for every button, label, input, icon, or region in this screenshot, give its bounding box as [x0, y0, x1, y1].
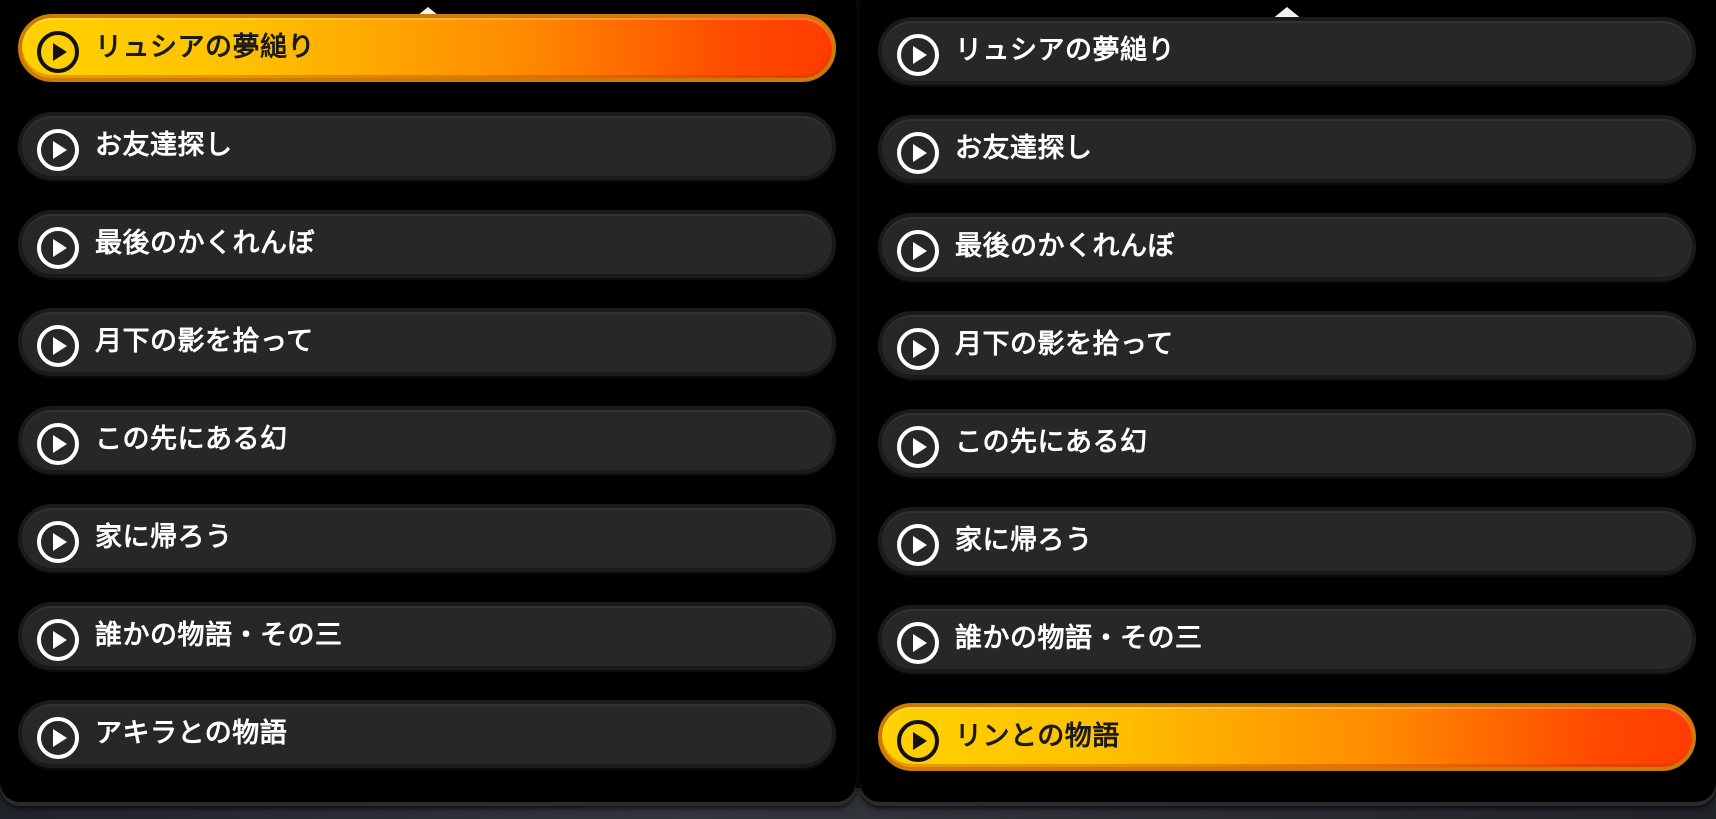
episode-title: 月下の影を拾って: [955, 329, 1174, 360]
play-icon: [37, 619, 79, 661]
episode-title: この先にある幻: [95, 424, 288, 455]
episode-item[interactable]: リュシアの夢縋り: [878, 17, 1696, 85]
episode-title: この先にある幻: [955, 427, 1148, 458]
play-icon: [37, 717, 79, 759]
episode-item[interactable]: この先にある幻: [878, 409, 1696, 477]
episode-item[interactable]: 誰かの物語・その三: [18, 602, 836, 670]
play-icon: [37, 129, 79, 171]
episode-title: リンとの物語: [955, 721, 1120, 752]
episode-title: 最後のかくれんぼ: [955, 231, 1175, 262]
episode-title: リュシアの夢縋り: [95, 32, 315, 63]
episode-title: 家に帰ろう: [955, 525, 1093, 556]
episode-title: 誰かの物語・その三: [95, 620, 343, 651]
episode-list-panel-left: リュシアの夢縋り お友達探し 最後のかくれんぼ 月下の影を拾って この先にある幻…: [0, 0, 856, 802]
episode-title: アキラとの物語: [95, 718, 288, 749]
episode-item[interactable]: 最後のかくれんぼ: [878, 213, 1696, 281]
episode-item[interactable]: お友達探し: [878, 115, 1696, 183]
episode-title: 家に帰ろう: [95, 522, 233, 553]
play-icon: [897, 230, 939, 272]
episode-title: 最後のかくれんぼ: [95, 228, 315, 259]
episode-item[interactable]: 月下の影を拾って: [18, 308, 836, 376]
episode-item[interactable]: 最後のかくれんぼ: [18, 210, 836, 278]
play-icon: [897, 720, 939, 762]
episode-item[interactable]: 家に帰ろう: [18, 504, 836, 572]
play-icon: [37, 227, 79, 269]
episode-title: 月下の影を拾って: [95, 326, 314, 357]
play-icon: [897, 34, 939, 76]
play-icon: [897, 132, 939, 174]
play-icon: [37, 521, 79, 563]
play-icon: [37, 325, 79, 367]
episode-item[interactable]: 月下の影を拾って: [878, 311, 1696, 379]
episode-item[interactable]: アキラとの物語: [18, 700, 836, 768]
play-icon: [897, 622, 939, 664]
play-icon: [897, 328, 939, 370]
episode-item[interactable]: リュシアの夢縋り: [18, 14, 836, 82]
episode-list-panel-right: リュシアの夢縋り お友達探し 最後のかくれんぼ 月下の影を拾って この先にある幻…: [860, 0, 1716, 802]
episode-title: 誰かの物語・その三: [955, 623, 1203, 654]
episode-item[interactable]: リンとの物語: [878, 703, 1696, 771]
episode-item[interactable]: お友達探し: [18, 112, 836, 180]
episode-item[interactable]: この先にある幻: [18, 406, 836, 474]
play-icon: [897, 426, 939, 468]
play-icon: [897, 524, 939, 566]
episode-title: リュシアの夢縋り: [955, 35, 1175, 66]
episode-title: お友達探し: [955, 133, 1093, 164]
play-icon: [37, 31, 79, 73]
episode-title: お友達探し: [95, 130, 233, 161]
episode-item[interactable]: 家に帰ろう: [878, 507, 1696, 575]
play-icon: [37, 423, 79, 465]
episode-item[interactable]: 誰かの物語・その三: [878, 605, 1696, 673]
